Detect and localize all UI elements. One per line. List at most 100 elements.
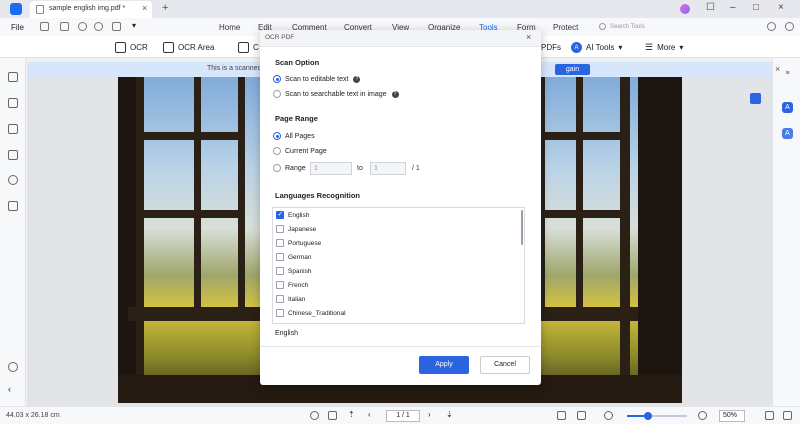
- customize-icon[interactable]: ▾: [132, 21, 141, 30]
- close-icon[interactable]: ×: [526, 32, 531, 42]
- radio-searchable[interactable]: [273, 90, 281, 98]
- notification-icon[interactable]: ☐: [706, 2, 715, 13]
- radio-all-pages[interactable]: [273, 132, 281, 140]
- fit-width-icon[interactable]: [577, 411, 586, 420]
- banner-ocr-button[interactable]: gain: [555, 64, 590, 75]
- cancel-button[interactable]: Cancel: [480, 356, 530, 374]
- banner-close-icon[interactable]: ×: [775, 64, 780, 74]
- ocr-label: OCR: [130, 42, 148, 52]
- zoom-slider[interactable]: [627, 412, 687, 420]
- document-tab[interactable]: sample english img.pdf *: [30, 1, 152, 18]
- save-icon[interactable]: [40, 22, 49, 31]
- zoom-out-icon[interactable]: [604, 411, 613, 420]
- page-layout-icon[interactable]: [557, 411, 566, 420]
- attachment-icon[interactable]: [8, 150, 18, 160]
- new-tab-icon[interactable]: +: [162, 2, 168, 14]
- next-page-icon[interactable]: ›: [428, 410, 437, 419]
- language-checkbox[interactable]: [276, 225, 284, 233]
- combine-pdfs-button[interactable]: PDFs: [541, 41, 561, 53]
- language-item[interactable]: Portuguese: [276, 237, 321, 249]
- language-checkbox[interactable]: [276, 267, 284, 275]
- help-icon[interactable]: ?: [353, 75, 361, 83]
- more-label: More: [657, 42, 676, 52]
- language-label: Chinese_Traditional: [288, 309, 346, 317]
- language-checkbox[interactable]: [276, 239, 284, 247]
- upload-icon[interactable]: [767, 22, 776, 31]
- language-item[interactable]: Italian: [276, 293, 305, 305]
- undo-icon[interactable]: [78, 22, 87, 31]
- languages-scrollbar[interactable]: [521, 210, 523, 245]
- zoom-in-icon[interactable]: [698, 411, 707, 420]
- apply-button[interactable]: Apply: [419, 356, 469, 374]
- language-item[interactable]: German: [276, 251, 311, 263]
- radio-current-page[interactable]: [273, 147, 281, 155]
- zoom-slider-handle[interactable]: [644, 412, 652, 420]
- fullscreen-icon[interactable]: [783, 411, 792, 420]
- combine-pdfs-label: PDFs: [541, 42, 561, 52]
- help-icon[interactable]: [8, 362, 18, 372]
- ai-assistant-icon[interactable]: A: [782, 102, 793, 113]
- previous-page-icon[interactable]: ‹: [368, 410, 377, 419]
- search-icon[interactable]: [8, 175, 18, 185]
- minimize-icon[interactable]: –: [730, 2, 736, 13]
- fit-page-icon[interactable]: [765, 411, 774, 420]
- hand-tool-icon[interactable]: [310, 411, 319, 420]
- menu-file[interactable]: File: [11, 23, 24, 32]
- bookmark-icon[interactable]: [8, 98, 18, 108]
- all-pages-option[interactable]: All Pages: [273, 131, 315, 141]
- comment-icon[interactable]: [8, 124, 18, 134]
- ai-tools-button[interactable]: A AI Tools ▾: [571, 41, 622, 53]
- floating-edit-icon[interactable]: [750, 93, 761, 104]
- current-page-option[interactable]: Current Page: [273, 146, 327, 156]
- radio-range[interactable]: [273, 164, 281, 172]
- thumbnail-icon[interactable]: [8, 72, 18, 82]
- ocr-area-button[interactable]: OCR Area: [163, 41, 214, 53]
- compare-button[interactable]: C: [238, 41, 259, 53]
- language-checkbox[interactable]: [276, 253, 284, 261]
- avatar[interactable]: [680, 4, 690, 14]
- zoom-level-input[interactable]: 50%: [719, 410, 745, 422]
- language-checkbox[interactable]: [276, 295, 284, 303]
- range-to-input[interactable]: 1: [370, 162, 406, 175]
- app-logo-icon: [10, 3, 22, 15]
- radio-editable[interactable]: [273, 75, 281, 83]
- language-item[interactable]: Chinese_Traditional: [276, 307, 346, 319]
- ocr-area-label: OCR Area: [178, 42, 215, 52]
- menu-protect[interactable]: Protect: [553, 23, 578, 32]
- chevron-left-icon[interactable]: ‹: [8, 384, 18, 394]
- range-to-value: 1: [374, 165, 378, 172]
- language-checkbox[interactable]: [276, 281, 284, 289]
- languages-list[interactable]: English Japanese Portuguese German Spani…: [272, 207, 525, 324]
- scan-searchable-option[interactable]: Scan to searchable text in image ?: [273, 89, 399, 99]
- menu-home[interactable]: Home: [219, 23, 240, 32]
- translate-icon[interactable]: A: [782, 128, 793, 139]
- collapse-icon[interactable]: [785, 22, 794, 31]
- select-tool-icon[interactable]: [328, 411, 337, 420]
- last-page-icon[interactable]: ⇣: [446, 410, 455, 419]
- help-icon[interactable]: ?: [391, 90, 399, 98]
- scan-editable-option[interactable]: Scan to editable text ?: [273, 74, 361, 84]
- redo-icon[interactable]: [94, 22, 103, 31]
- close-window-icon[interactable]: ×: [778, 2, 784, 13]
- tab-close-icon[interactable]: ×: [142, 3, 147, 13]
- share-icon[interactable]: [112, 22, 121, 31]
- page-number-input[interactable]: 1 / 1: [386, 410, 420, 422]
- print-icon[interactable]: [60, 22, 69, 31]
- language-checkbox[interactable]: [276, 210, 284, 219]
- language-item[interactable]: Spanish: [276, 265, 312, 277]
- search-tools-input[interactable]: Search Tools: [597, 21, 657, 33]
- properties-icon[interactable]: ≡: [782, 68, 793, 79]
- scan-editable-label: Scan to editable text: [285, 75, 349, 83]
- maximize-icon[interactable]: □: [753, 2, 759, 13]
- range-from-input[interactable]: 1: [310, 162, 352, 175]
- language-item[interactable]: English: [276, 209, 309, 221]
- language-item[interactable]: Japanese: [276, 223, 316, 235]
- language-item[interactable]: French: [276, 279, 308, 291]
- compare-icon: [238, 41, 249, 53]
- more-button[interactable]: ☰ More ▾: [645, 41, 683, 53]
- first-page-icon[interactable]: ⇡: [348, 410, 357, 419]
- ocr-button[interactable]: OCR: [115, 41, 148, 53]
- range-option[interactable]: Range: [273, 163, 306, 173]
- layers-icon[interactable]: [8, 201, 18, 211]
- language-checkbox[interactable]: [276, 309, 284, 317]
